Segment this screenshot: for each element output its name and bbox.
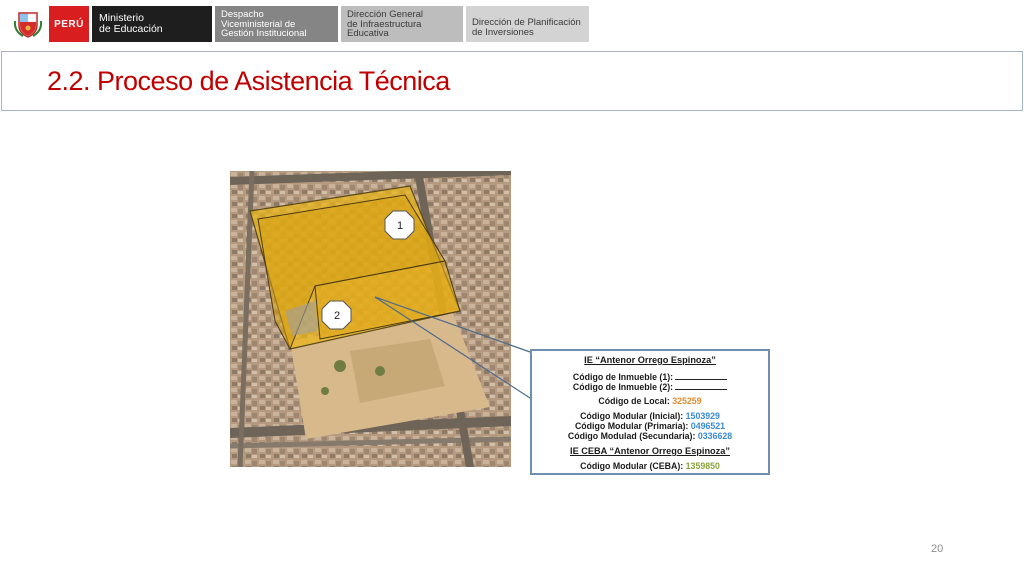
marker-2: 2 bbox=[321, 300, 352, 330]
inmueble-1-row: Código de Inmueble (1): bbox=[532, 372, 768, 382]
school-info-box: IE “Antenor Orrego Espinoza” Código de I… bbox=[530, 349, 770, 475]
ceba-label: Código Modular (CEBA): bbox=[580, 461, 684, 471]
inmueble-2-label: Código de Inmueble (2): bbox=[572, 382, 674, 392]
slide-title: 2.2. Proceso de Asistencia Técnica bbox=[47, 66, 450, 96]
local-value: 325259 bbox=[672, 396, 702, 406]
inmueble-2-row: Código de Inmueble (2): bbox=[532, 382, 768, 392]
ie-heading: IE “Antenor Orrego Espinoza” bbox=[584, 355, 716, 365]
primaria-value: 0496521 bbox=[690, 421, 726, 431]
ministry-block: Ministerio de Educación bbox=[92, 6, 212, 42]
inicial-value: 1503929 bbox=[685, 411, 720, 421]
inmueble-1-blank bbox=[675, 372, 728, 380]
viceministry-line-3: Gestión Institucional bbox=[221, 28, 307, 39]
peru-coat-of-arms-icon bbox=[10, 6, 46, 42]
local-label: Código de Local: bbox=[598, 396, 670, 406]
inicial-row: Código Modular (Inicial): 1503929 bbox=[532, 411, 768, 421]
inmueble-1-label: Código de Inmueble (1): bbox=[572, 372, 674, 382]
ceba-row: Código Modular (CEBA): 1359850 bbox=[532, 461, 768, 471]
title-box: 2.2. Proceso de Asistencia Técnica bbox=[1, 51, 1023, 111]
page-number: 20 bbox=[931, 543, 944, 555]
planificacion-line-2: de Inversiones bbox=[472, 26, 534, 38]
local-row: Código de Local: 325259 bbox=[532, 396, 768, 406]
marker-1: 1 bbox=[384, 210, 415, 240]
viceministry-block: Despacho Viceministerial de Gestión Inst… bbox=[215, 6, 338, 42]
secundaria-label: Código Modulad (Secundaria): bbox=[567, 431, 696, 441]
ministry-line-2: de Educación bbox=[99, 23, 163, 35]
infraestructura-line-3: Educativa bbox=[347, 28, 389, 39]
inicial-label: Código Modular (Inicial): bbox=[580, 411, 684, 421]
marker-1-label: 1 bbox=[397, 220, 403, 232]
aerial-map-image: 1 2 bbox=[230, 171, 511, 467]
header-bar: PERÚ Ministerio de Educación Despacho Vi… bbox=[10, 6, 589, 42]
marker-2-label: 2 bbox=[334, 310, 340, 322]
secundaria-row: Código Modulad (Secundaria): 0336628 bbox=[532, 431, 768, 441]
secundaria-value: 0336628 bbox=[697, 431, 733, 441]
infraestructura-block: Dirección General de Infraestructura Edu… bbox=[341, 6, 463, 42]
inmueble-2-blank bbox=[675, 382, 728, 390]
planificacion-block: Dirección de Planificación de Inversione… bbox=[466, 6, 589, 42]
primaria-label: Código Modular (Primaria): bbox=[574, 421, 689, 431]
ceba-heading: IE CEBA “Antenor Orrego Espinoza” bbox=[570, 446, 730, 456]
primaria-row: Código Modular (Primaria): 0496521 bbox=[532, 421, 768, 431]
peru-label: PERÚ bbox=[49, 6, 89, 42]
ceba-value: 1359850 bbox=[685, 461, 720, 471]
